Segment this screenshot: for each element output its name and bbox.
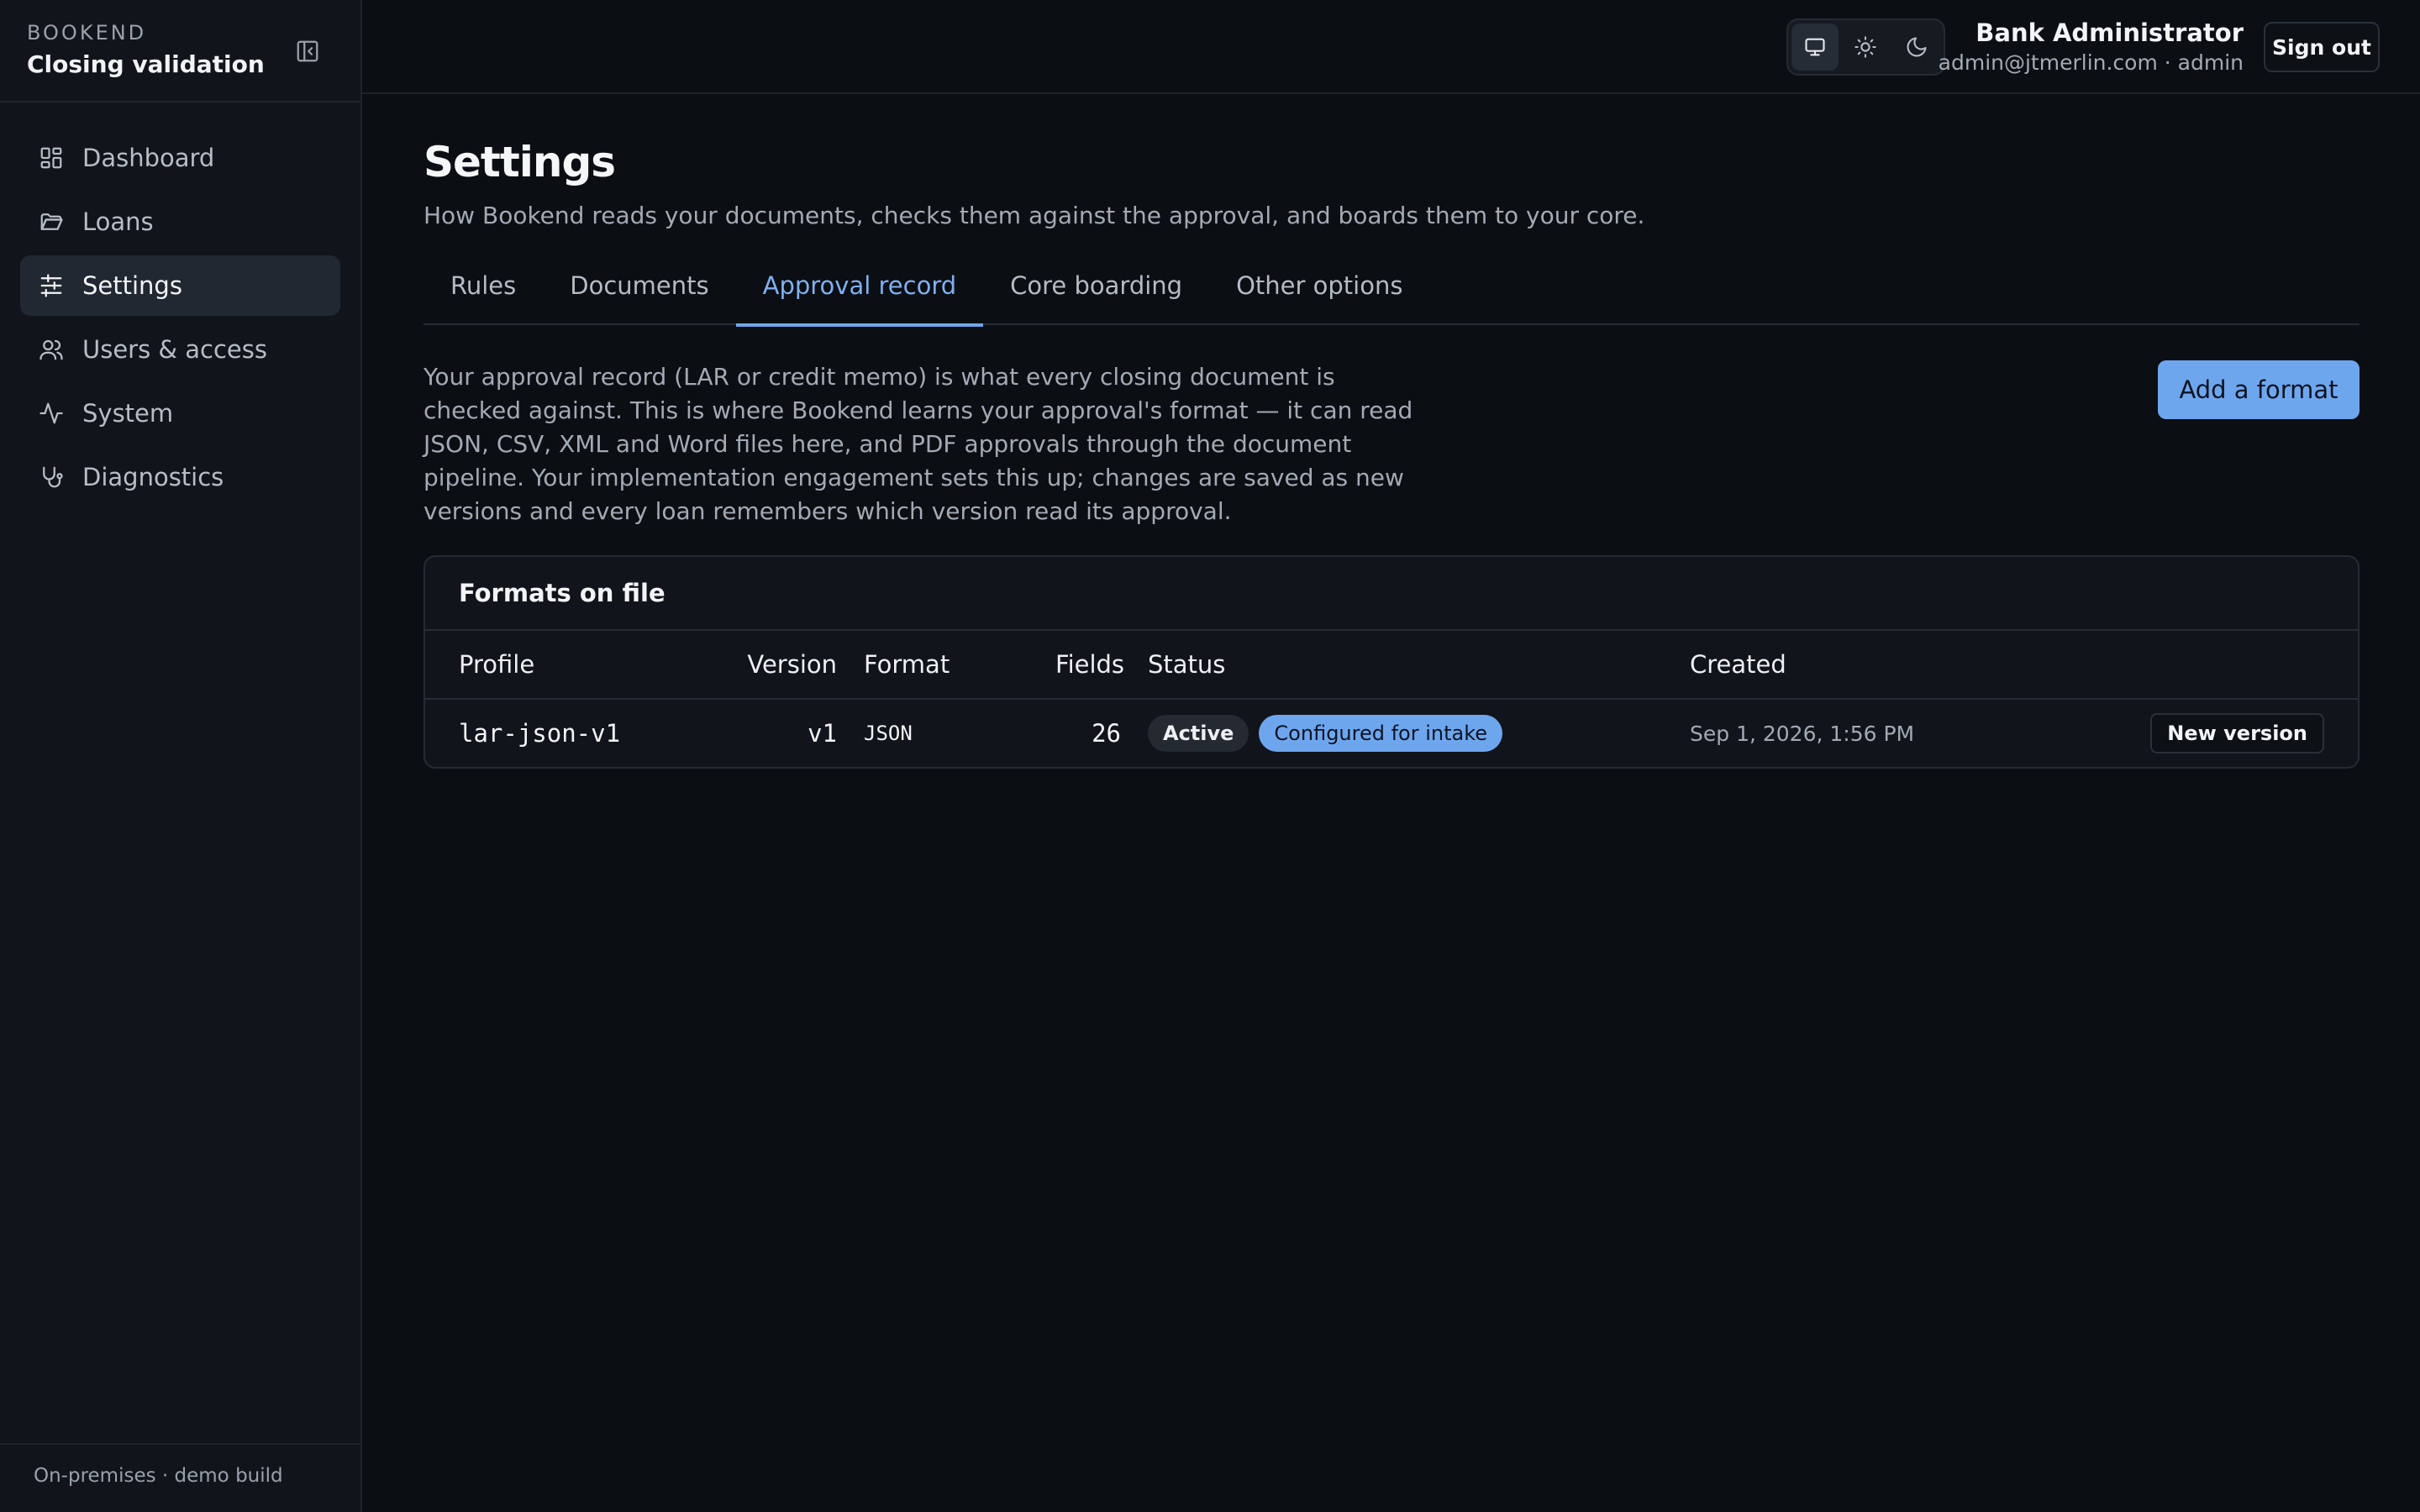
cell-version: v1: [808, 719, 837, 748]
tab-rules[interactable]: Rules: [424, 266, 543, 325]
sign-out-button[interactable]: Sign out: [2264, 22, 2380, 72]
stethoscope-icon: [39, 465, 64, 490]
status-badge: Active: [1148, 715, 1249, 752]
formats-card-title: Formats on file: [425, 557, 2358, 631]
theme-system-button[interactable]: [1791, 24, 1839, 71]
topbar: Bank Administrator admin@jtmerlin.com · …: [362, 0, 2420, 94]
sidebar-item-users[interactable]: Users & access: [20, 319, 340, 380]
sidebar-item-loans[interactable]: Loans: [20, 192, 340, 252]
sidebar-item-label: Dashboard: [82, 144, 215, 172]
sidebar-item-system[interactable]: System: [20, 383, 340, 444]
sidebar-item-label: Loans: [82, 207, 154, 236]
sidebar-item-label: Settings: [82, 271, 182, 300]
sidebar-item-dashboard[interactable]: Dashboard: [20, 128, 340, 188]
column-header-version: Version: [747, 650, 837, 679]
cell-action: New version: [2144, 713, 2358, 753]
cell-created: Sep 1, 2026, 1:56 PM: [1690, 721, 1915, 746]
intake-badge: Configured for intake: [1259, 715, 1503, 752]
column-header-fields: Fields: [1055, 650, 1125, 679]
column-header-status: Status: [1148, 650, 1226, 679]
theme-switcher: [1786, 18, 1945, 76]
users-icon: [39, 337, 64, 362]
table-header: Profile Version Format Fields Status Cre…: [425, 631, 2358, 700]
formats-card: Formats on file Profile Version Format F…: [424, 555, 2360, 769]
column-header-profile: Profile: [459, 650, 535, 679]
settings-tabs: Rules Documents Approval record Core boa…: [424, 266, 2360, 327]
sidebar-item-label: System: [82, 399, 174, 428]
cell-profile: lar-json-v1: [459, 719, 621, 748]
sidebar-item-settings[interactable]: Settings: [20, 255, 340, 316]
user-email-role: admin@jtmerlin.com · admin: [1938, 50, 2244, 75]
sidebar-item-label: Diagnostics: [82, 463, 224, 491]
moon-icon: [1907, 37, 1927, 57]
tab-approval-record[interactable]: Approval record: [735, 266, 984, 327]
new-version-button[interactable]: New version: [2150, 713, 2324, 753]
activity-icon: [39, 401, 64, 426]
theme-light-button[interactable]: [1842, 24, 1889, 71]
folder-icon: [39, 209, 64, 234]
cell-fields: 26: [1092, 719, 1121, 748]
sidebar-nav: Dashboard Loans Settings Users & access: [0, 102, 360, 511]
brand-subtitle: Closing validation: [27, 50, 265, 78]
cell-status: Active Configured for intake: [1148, 715, 1690, 752]
sun-icon: [1854, 36, 1877, 58]
brand-area: BOOKEND Closing validation: [0, 0, 360, 102]
tab-other-options[interactable]: Other options: [1209, 266, 1429, 325]
tab-core-boarding[interactable]: Core boarding: [983, 266, 1209, 325]
sidebar-collapse-button[interactable]: [293, 37, 322, 66]
tab-documents[interactable]: Documents: [543, 266, 735, 325]
sidebar-item-diagnostics[interactable]: Diagnostics: [20, 447, 340, 507]
brand-name: BOOKEND: [27, 21, 147, 45]
user-name: Bank Administrator: [1975, 18, 2244, 47]
intro-text: Your approval record (LAR or credit memo…: [424, 363, 1413, 525]
monitor-icon: [1805, 38, 1825, 56]
cell-format: JSON: [864, 722, 913, 745]
table-row: lar-json-v1 v1 JSON 26 Active Configured…: [425, 700, 2358, 767]
sidebar-item-label: Users & access: [82, 335, 267, 364]
page-subtitle: How Bookend reads your documents, checks…: [424, 202, 1645, 229]
sliders-icon: [39, 273, 64, 298]
sidebar-collapse-icon: [297, 40, 318, 62]
add-format-button[interactable]: Add a format: [2158, 360, 2360, 419]
sidebar: BOOKEND Closing validation Dashboard Loa…: [0, 0, 362, 1512]
intro-row: Your approval record (LAR or credit memo…: [424, 360, 2360, 540]
sidebar-footer: On-premises · demo build: [0, 1443, 360, 1512]
user-info: Bank Administrator admin@jtmerlin.com · …: [1939, 17, 2244, 77]
theme-dark-button[interactable]: [1893, 24, 1940, 71]
page-title: Settings: [424, 138, 616, 186]
settings-content: Settings How Bookend reads your document…: [424, 94, 2360, 769]
column-header-created: Created: [1690, 650, 1786, 679]
dashboard-icon: [39, 145, 64, 171]
app-root: BOOKEND Closing validation Dashboard Loa…: [0, 0, 2420, 1512]
main-area: Bank Administrator admin@jtmerlin.com · …: [362, 0, 2420, 1512]
column-header-format: Format: [864, 650, 950, 679]
